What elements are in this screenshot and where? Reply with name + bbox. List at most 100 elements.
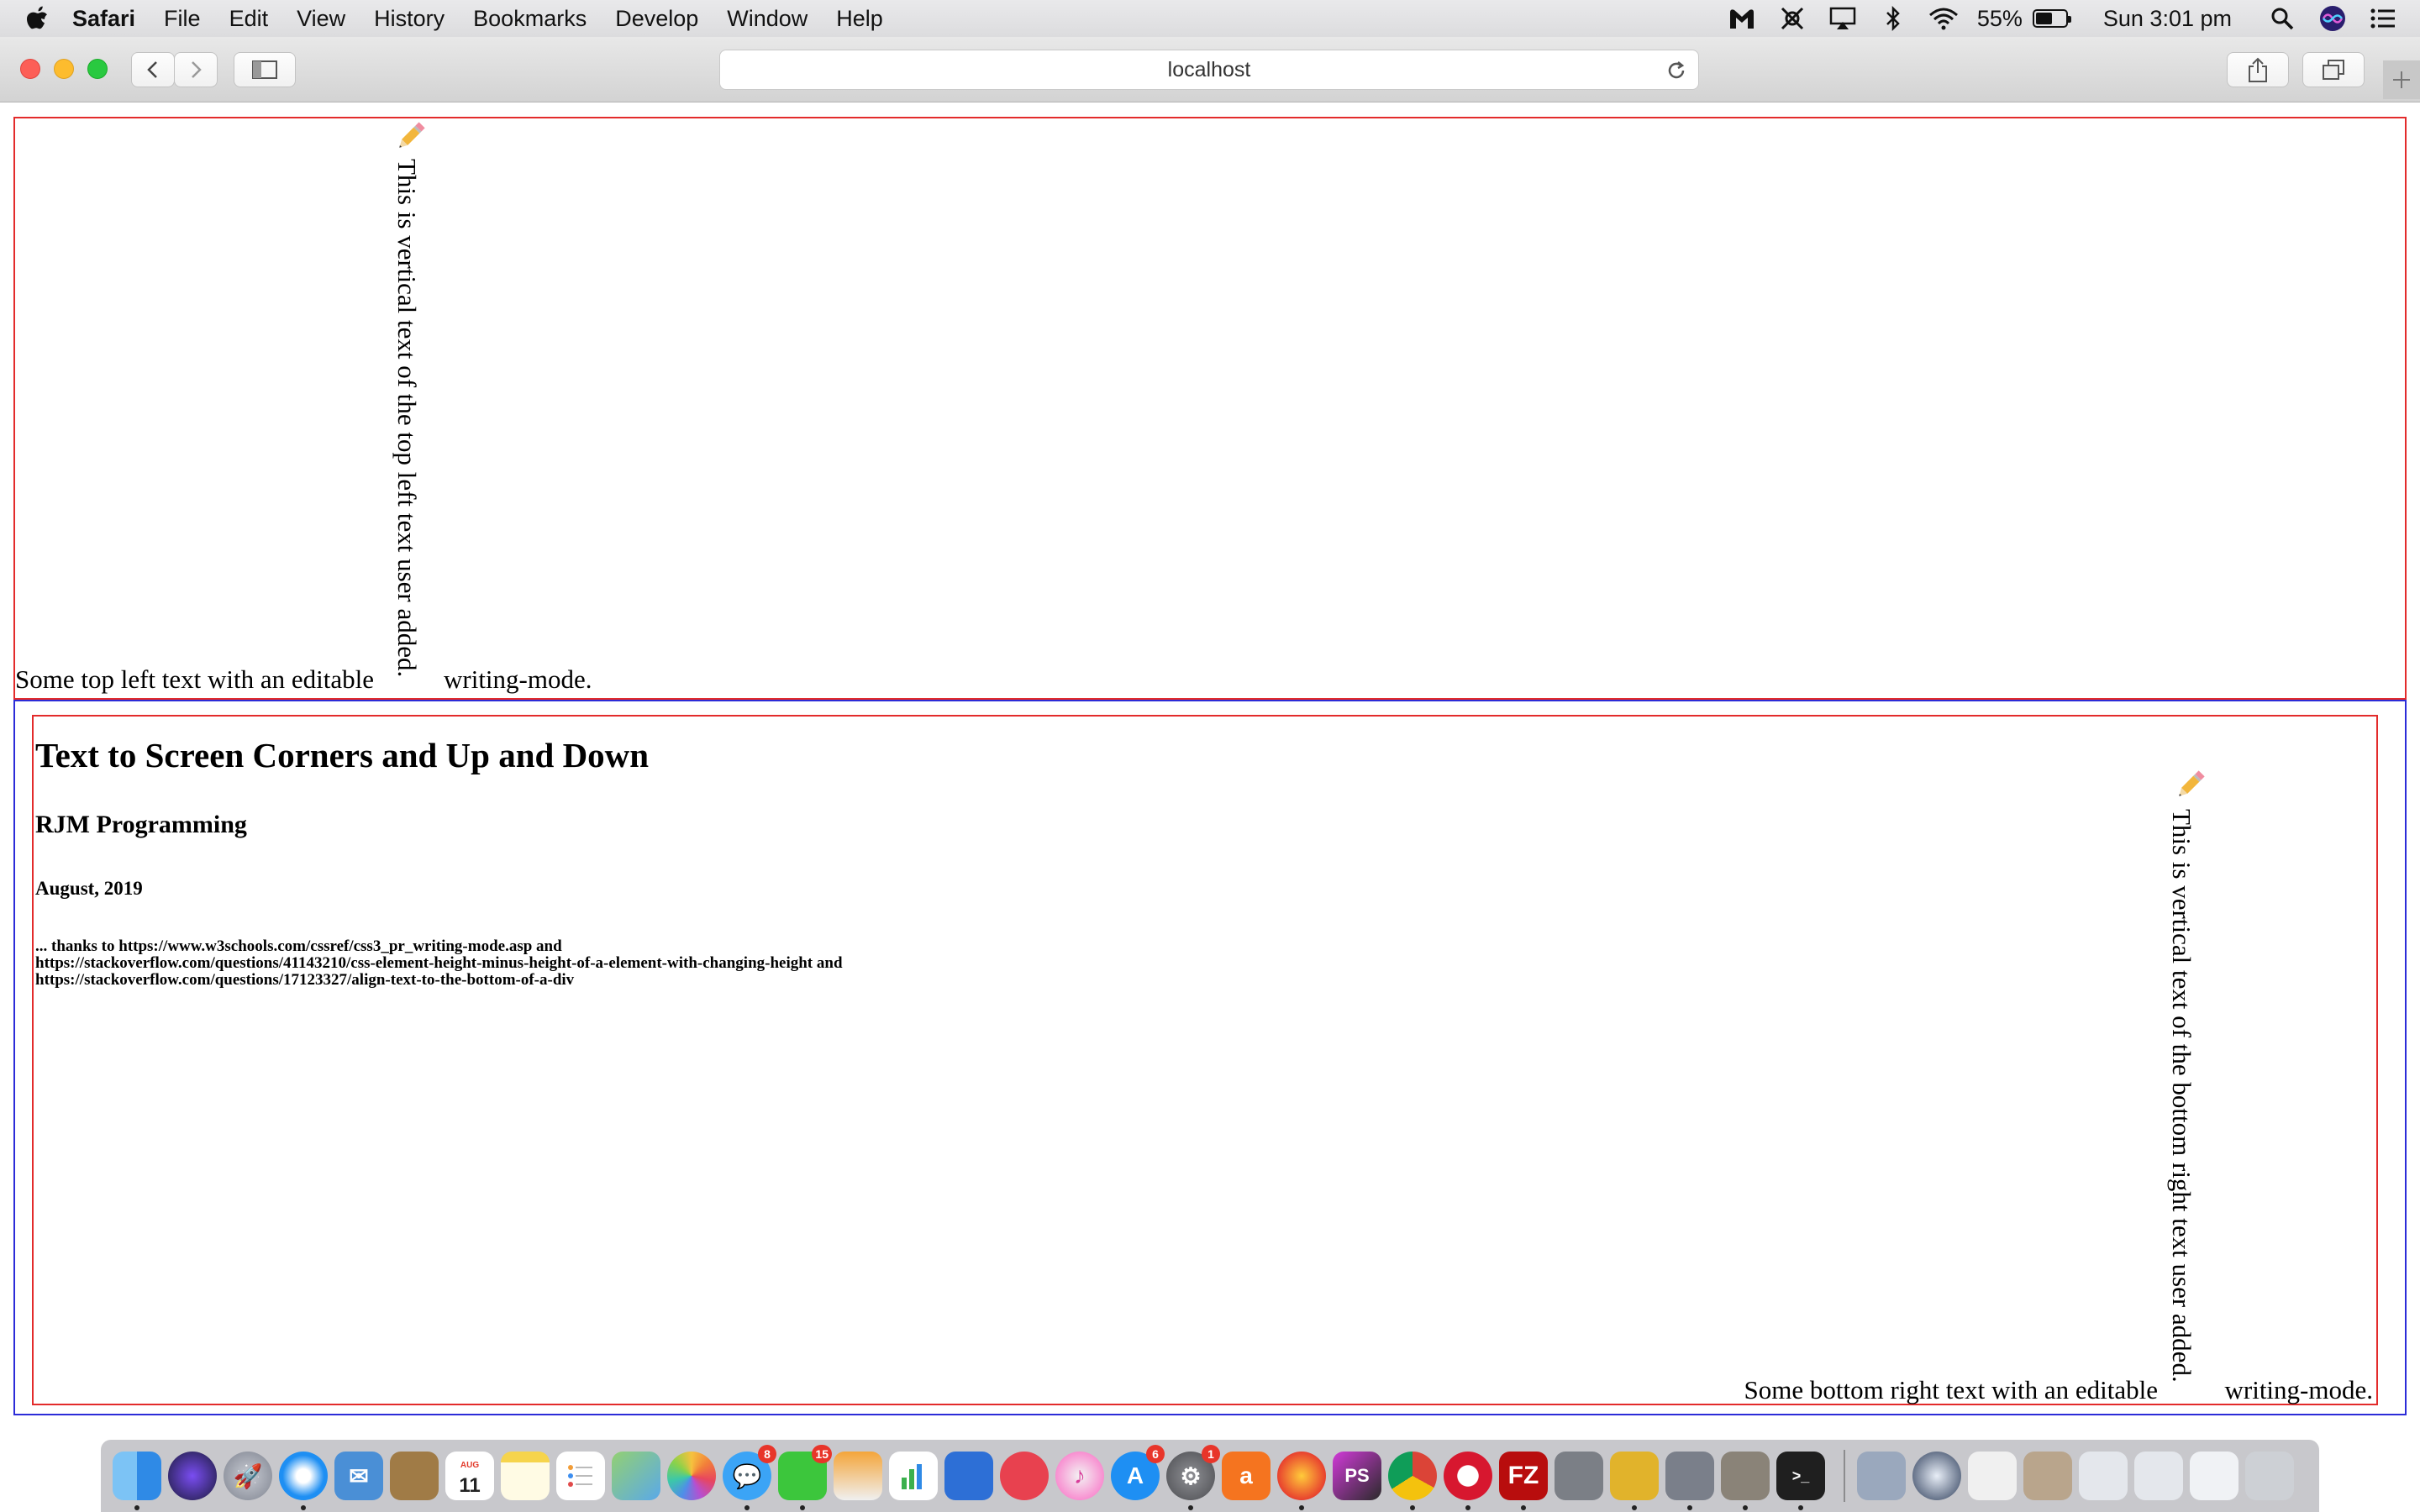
menu-develop[interactable]: Develop [615,6,698,32]
siri-icon[interactable] [2316,2,2349,35]
keynote-icon[interactable] [944,1452,993,1500]
phpstorm-icon[interactable]: PS [1333,1452,1381,1500]
opera-icon[interactable] [1444,1452,1492,1510]
xcode-icon[interactable] [1665,1452,1714,1510]
address-bar[interactable]: localhost [719,50,1699,90]
share-button[interactable] [2227,52,2289,87]
menu-history[interactable]: History [374,6,445,32]
bottom-right-vertical-text[interactable]: This is vertical text of the bottom righ… [2166,809,2196,1383]
tab-overview-button[interactable] [2302,52,2365,87]
menu-view[interactable]: View [297,6,345,32]
facetime-icon[interactable]: 15 [778,1445,832,1510]
filezilla-icon[interactable]: FZ [1499,1452,1548,1510]
news-icon[interactable] [1000,1452,1049,1500]
preview-icon[interactable] [1857,1452,1906,1500]
system-preferences-badge: 1 [1202,1445,1220,1463]
document-stack-icon[interactable] [2190,1452,2238,1500]
menu-file[interactable]: File [164,6,201,32]
reminders-icon[interactable] [556,1452,605,1500]
close-window-button[interactable] [20,59,40,79]
clock[interactable]: Sun 3:01 pm [2103,6,2232,32]
sidebar-toggle-button[interactable] [234,52,296,87]
launchpad-icon[interactable]: 🚀 [224,1452,272,1500]
apple-menu-icon[interactable] [20,2,54,35]
bottom-right-text: Some bottom right text with an editable [1744,1375,2158,1404]
bottom-right-text-end: writing-mode. [2224,1375,2374,1404]
chrome-icon[interactable] [1388,1452,1437,1510]
mamp-icon[interactable] [1555,1452,1603,1500]
thanks-line: https://stackoverflow.com/questions/4114… [35,954,843,972]
textedit-icon[interactable] [1968,1452,2017,1500]
firefox-icon[interactable] [1277,1452,1326,1510]
share-icon [2249,57,2267,82]
bluetooth-icon[interactable] [1876,2,1910,35]
menu-window[interactable]: Window [727,6,808,32]
menu-bookmarks[interactable]: Bookmarks [473,6,587,32]
system-preferences-icon[interactable]: ⚙ 1 [1166,1445,1220,1510]
malwarebytes-icon[interactable] [1725,2,1759,35]
app-store-badge: 6 [1146,1445,1165,1463]
back-button[interactable] [131,52,175,87]
sidebar-icon [252,60,277,79]
wamp-icon[interactable] [1610,1452,1659,1510]
facetime-badge: 15 [812,1445,832,1463]
messages-badge: 8 [758,1445,776,1463]
document-stack-icon[interactable] [2134,1452,2183,1500]
photos-icon[interactable] [667,1452,716,1500]
page-heading: Text to Screen Corners and Up and Down [35,736,650,774]
spotlight-icon[interactable] [2265,2,2299,35]
menu-app-name[interactable]: Safari [72,6,135,32]
pencil-icon[interactable] [2171,767,2208,804]
browser-toolbar: localhost [0,37,2420,102]
new-tab-button[interactable] [2383,60,2420,99]
tools-icon[interactable] [1776,2,1809,35]
chevron-left-icon [147,61,157,78]
top-left-text: Some top left text with an editable [15,664,375,694]
address-text: localhost [1167,57,1251,81]
forward-button[interactable] [174,52,218,87]
battery-icon[interactable] [2032,9,2071,28]
contacts-icon[interactable] [390,1452,439,1500]
battery-percent: 55% [1976,5,2023,31]
calendar-icon[interactable]: AUG 11 [445,1452,494,1500]
finder-icon[interactable] [113,1452,161,1510]
notes-icon[interactable] [501,1452,550,1500]
calendar-month: AUG [460,1461,480,1470]
airplay-icon[interactable] [1826,2,1860,35]
app-store-icon[interactable]: A6 [1111,1445,1165,1500]
menu-edit[interactable]: Edit [229,6,269,32]
top-left-text-end: writing-mode. [444,664,592,694]
safari-dock-icon[interactable] [279,1452,328,1510]
avast-icon[interactable]: a [1222,1452,1270,1500]
dock: 🚀 ✉ AUG 11 💬 8 15 ♪ A6 ⚙ 1 a PS FZ >_ [101,1440,2319,1512]
wifi-icon[interactable] [1927,2,1960,35]
messages-icon[interactable]: 💬 8 [723,1445,776,1510]
page-date: August, 2019 [35,878,143,899]
fullscreen-window-button[interactable] [87,59,108,79]
menu-help[interactable]: Help [836,6,883,32]
top-left-container: This is vertical text of the top left te… [13,117,2407,700]
thanks-line: https://stackoverflow.com/questions/1712… [35,971,575,989]
calendar-day: 11 [459,1474,481,1497]
dock-separator [1844,1450,1845,1502]
top-left-vertical-text[interactable]: This is vertical text of the top left te… [392,159,422,677]
notification-center-icon[interactable] [2366,2,2400,35]
quicktime-icon[interactable] [1912,1452,1961,1500]
mail-icon[interactable]: ✉ [334,1452,383,1500]
maps-icon[interactable] [612,1452,660,1500]
siri-dock-icon[interactable] [168,1452,217,1500]
document-stack-icon[interactable] [2079,1452,2128,1500]
bottom-right-container: Text to Screen Corners and Up and Down R… [32,715,2378,1405]
trash-icon[interactable] [2245,1452,2294,1500]
pages-icon[interactable] [834,1452,882,1500]
bottom-container: Text to Screen Corners and Up and Down R… [13,700,2407,1415]
numbers-icon[interactable] [889,1452,938,1500]
minimize-window-button[interactable] [54,59,74,79]
itunes-icon[interactable]: ♪ [1055,1452,1104,1500]
reload-icon[interactable] [1665,59,1688,82]
terminal-icon[interactable]: >_ [1776,1452,1825,1510]
thanks-text: ... thanks to https://www.w3schools.com/… [35,938,843,989]
gimp-icon[interactable] [1721,1452,1770,1510]
folder-icon[interactable] [2023,1452,2072,1500]
pencil-icon[interactable] [392,118,429,155]
